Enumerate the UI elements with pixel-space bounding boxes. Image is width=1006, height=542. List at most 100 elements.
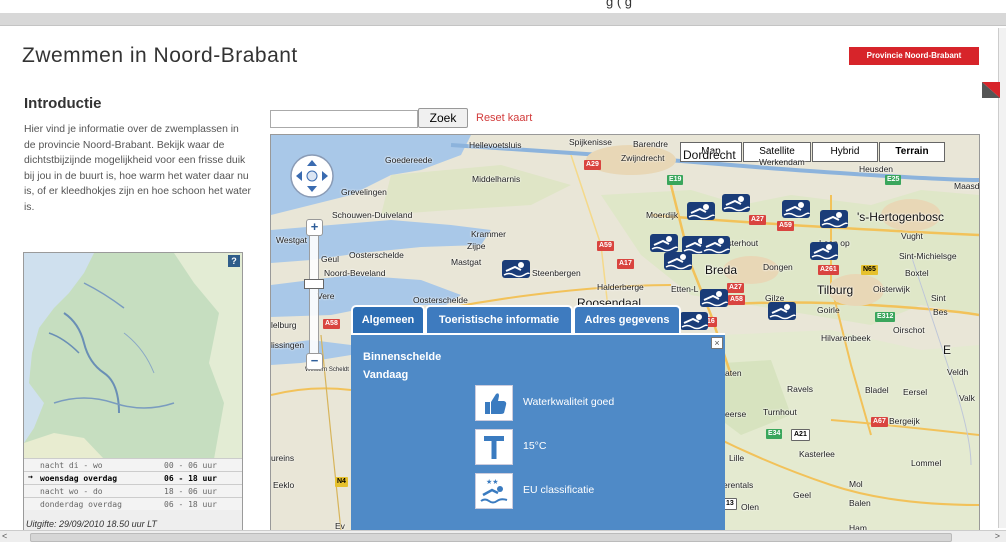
zoom-out-button[interactable]: −: [306, 353, 323, 370]
map-label: Tilburg: [817, 283, 854, 297]
map-label: Geul: [321, 254, 339, 264]
swimming-marker-icon[interactable]: [686, 201, 716, 221]
road-shield: A59: [597, 241, 614, 251]
road-shield: A58: [323, 319, 340, 329]
forecast-row[interactable]: nacht wo - do 18 - 06 uur: [24, 484, 242, 498]
map-label: Barendre: [633, 139, 668, 149]
reset-map-link[interactable]: Reset kaart: [476, 112, 532, 124]
forecast-time: 18 - 06 uur: [161, 484, 242, 498]
map-label: lelburg: [271, 320, 297, 330]
map-label: Middelharnis: [472, 174, 521, 184]
svg-text:★★: ★★: [486, 478, 499, 486]
map-label: Spijkenisse: [569, 137, 612, 147]
map-label: Werkendam: [759, 157, 805, 167]
info-label: Waterkwaliteit goed: [523, 396, 615, 408]
map-label: Lille: [729, 453, 745, 463]
map-label: Zijpe: [467, 241, 486, 251]
thumbs-up-icon: [475, 385, 513, 421]
forecast-row[interactable]: donderdag overdag 06 - 18 uur: [24, 497, 242, 510]
map-label: Vught: [901, 231, 923, 241]
map-label: Hilvarenbeek: [821, 333, 871, 343]
road-shield: E34: [766, 429, 783, 439]
map-label: Breda: [705, 263, 738, 277]
info-popup: Algemeen Toeristische informatie Adres g…: [351, 305, 725, 531]
scroll-left-icon[interactable]: <: [2, 531, 7, 541]
map-label: Goedereede: [385, 155, 433, 165]
map-label: ureins: [271, 453, 295, 463]
intro-text: Hier vind je informatie over de zwemplas…: [24, 124, 251, 213]
swimming-marker-icon[interactable]: [819, 209, 849, 229]
day-label: Vandaag: [363, 369, 409, 381]
map-label: Oosterschelde: [349, 250, 404, 260]
zoom-slider-thumb[interactable]: [304, 279, 324, 289]
corner-flag-icon: [982, 82, 1000, 98]
swimming-marker-icon[interactable]: [781, 199, 811, 219]
map-viewport[interactable]: Map Satellite Hybrid Terrain Hellevoetsl…: [270, 134, 980, 532]
map-label: Oisterwijk: [873, 284, 910, 294]
tab-algemeen[interactable]: Algemeen: [351, 305, 425, 333]
forecast-time: 06 - 18 uur: [161, 471, 242, 485]
road-shield: E19: [667, 175, 684, 185]
map-label: erentals: [723, 480, 754, 490]
map-label: Bladel: [865, 385, 889, 395]
location-name: Binnenschelde: [363, 351, 442, 363]
scroll-right-icon[interactable]: >: [995, 531, 1000, 541]
map-label: Halderberge: [597, 282, 644, 292]
swimming-marker-icon[interactable]: [701, 235, 731, 255]
temperature-icon: [475, 429, 513, 465]
zoom-slider-track[interactable]: [309, 223, 319, 365]
swimming-marker-icon[interactable]: [649, 233, 679, 253]
horizontal-scrollbar[interactable]: < >: [0, 530, 1006, 542]
top-band: g ( g: [0, 0, 1006, 9]
road-shield: 13: [723, 498, 737, 510]
forecast-row[interactable]: nacht di - wo 00 - 06 uur: [24, 458, 242, 472]
clipped-top-text: g ( g: [606, 0, 633, 9]
map-label: Kasterlee: [799, 449, 835, 459]
page-title: Zwemmen in Noord-Brabant: [22, 44, 298, 67]
map-label: Oirschot: [893, 325, 925, 335]
vertical-scrollbar[interactable]: [998, 28, 1006, 528]
tab-adres-gegevens[interactable]: Adres gegevens: [573, 305, 681, 333]
tab-toeristische-informatie[interactable]: Toeristische informatie: [425, 305, 573, 333]
road-shield: A29: [584, 160, 601, 170]
map-label: Etten-L: [671, 284, 699, 294]
map-label: Bergeijk: [889, 416, 920, 426]
map-type-terrain-button[interactable]: Terrain: [879, 142, 945, 162]
eu-swim-icon: ★★: [475, 473, 513, 509]
search-input[interactable]: [270, 110, 418, 128]
road-shield: A21: [791, 429, 810, 441]
forecast-row-selected[interactable]: → woensdag overdag 06 - 18 uur: [24, 471, 242, 485]
forecast-period: nacht di - wo: [24, 458, 161, 472]
road-shield: E312: [875, 312, 896, 322]
map-label: Hellevoetsluis: [469, 140, 522, 150]
road-shield: A59: [777, 221, 794, 231]
search-button[interactable]: Zoek: [418, 108, 468, 128]
map-label: Noord-Beveland: [324, 268, 386, 278]
forecast-period: → woensdag overdag: [24, 471, 161, 485]
map-label: Heusden: [859, 164, 894, 174]
forecast-issued: Uitgifte: 29/09/2010 18.50 uur LT: [26, 519, 157, 529]
swimming-marker-icon[interactable]: [767, 301, 797, 321]
road-shield: A67: [871, 417, 888, 427]
map-type-hybrid-button[interactable]: Hybrid: [812, 142, 878, 162]
help-icon[interactable]: ?: [228, 255, 240, 267]
map-label: Mastgat: [451, 257, 482, 267]
map-label: Zwijndrecht: [621, 153, 665, 163]
road-shield: A261: [818, 265, 839, 275]
zoom-in-button[interactable]: +: [306, 219, 323, 236]
weather-panel: ? nacht di - wo 00 - 06 uur → woensdag ov…: [23, 252, 243, 531]
swimming-marker-icon[interactable]: [663, 251, 693, 271]
map-label: Maasd: [954, 181, 980, 191]
swimming-marker-icon[interactable]: [501, 259, 531, 279]
close-icon[interactable]: ×: [711, 337, 723, 349]
swimming-marker-icon[interactable]: [809, 241, 839, 261]
map-label: E: [943, 343, 952, 357]
pan-control-icon[interactable]: [289, 153, 335, 199]
brand-logo[interactable]: Provincie Noord-Brabant: [849, 47, 979, 65]
road-shield: N4: [335, 477, 348, 487]
forecast-table: nacht di - wo 00 - 06 uur → woensdag over…: [24, 458, 242, 510]
swimming-marker-icon[interactable]: [721, 193, 751, 213]
map-label: Sint: [931, 293, 946, 303]
intro-heading: Introductie: [24, 95, 102, 112]
map-label: Veldh: [947, 367, 969, 377]
